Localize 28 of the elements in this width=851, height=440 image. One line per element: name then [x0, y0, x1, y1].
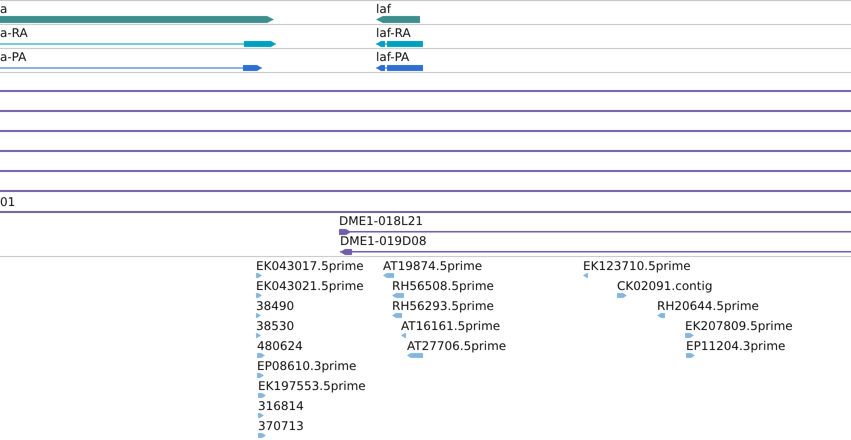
feature-label: RH56508.5prime	[392, 279, 494, 293]
feature-label: DME1-019D08	[340, 234, 427, 248]
feature-label: CK02091.contig	[617, 279, 712, 293]
feature-label: 38530	[256, 319, 294, 333]
feature-label: EK207809.5prime	[685, 319, 793, 333]
feature-label: 38490	[256, 299, 294, 313]
feature-label: laf-RA	[376, 26, 411, 40]
feature-label: EK197553.5prime	[258, 379, 366, 393]
feature-label: AT27706.5prime	[407, 339, 506, 353]
feature-label: EK123710.5prime	[583, 259, 691, 273]
feature-label: 01	[0, 195, 16, 209]
feature-label: EK043021.5prime	[256, 279, 364, 293]
feature-label: RH56293.5prime	[392, 299, 494, 313]
feature-label: DME1-018L21	[339, 214, 423, 228]
feature-label: 480624	[257, 339, 303, 353]
feature-label: RH20644.5prime	[657, 299, 759, 313]
feature-label: EP11204.3prime	[686, 339, 786, 353]
feature-label: AT19874.5prime	[383, 259, 482, 273]
feature-label: a-RA	[0, 26, 28, 40]
feature-label: laf	[376, 2, 391, 16]
feature-label: AT16161.5prime	[401, 319, 500, 333]
feature-label: laf-PA	[376, 50, 410, 64]
feature-label: a-PA	[0, 50, 26, 64]
feature-label: a	[0, 2, 8, 16]
feature-label: EK043017.5prime	[256, 259, 364, 273]
feature-label: 370713	[258, 419, 304, 433]
feature-label: 316814	[258, 399, 304, 413]
feature-label: EP08610.3prime	[257, 359, 356, 373]
